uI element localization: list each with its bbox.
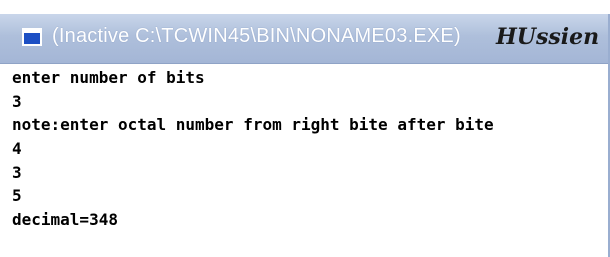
console-line-prompt-bits: enter number of bits bbox=[12, 68, 205, 87]
author-signature: HUssien bbox=[496, 24, 600, 50]
window-title: (Inactive C:\TCWIN45\BIN\NONAME03.EXE) bbox=[52, 25, 461, 47]
console-line-input-bits: 3 bbox=[12, 91, 22, 111]
console-line-digit-2: 3 bbox=[12, 162, 22, 182]
console-line-note: note:enter octal number from right bite … bbox=[12, 115, 494, 135]
title-bar[interactable]: (Inactive C:\TCWIN45\BIN\NONAME03.EXE) H… bbox=[0, 14, 610, 64]
console-output: enter number of bits 3 note:enter octal … bbox=[12, 66, 608, 232]
window-app-icon[interactable] bbox=[22, 28, 42, 46]
console-window: (Inactive C:\TCWIN45\BIN\NONAME03.EXE) H… bbox=[0, 0, 610, 257]
console-line-digit-3: 5 bbox=[12, 186, 22, 206]
console-line-result: decimal=348 bbox=[12, 210, 118, 230]
console-line-digit-1: 4 bbox=[12, 139, 22, 159]
